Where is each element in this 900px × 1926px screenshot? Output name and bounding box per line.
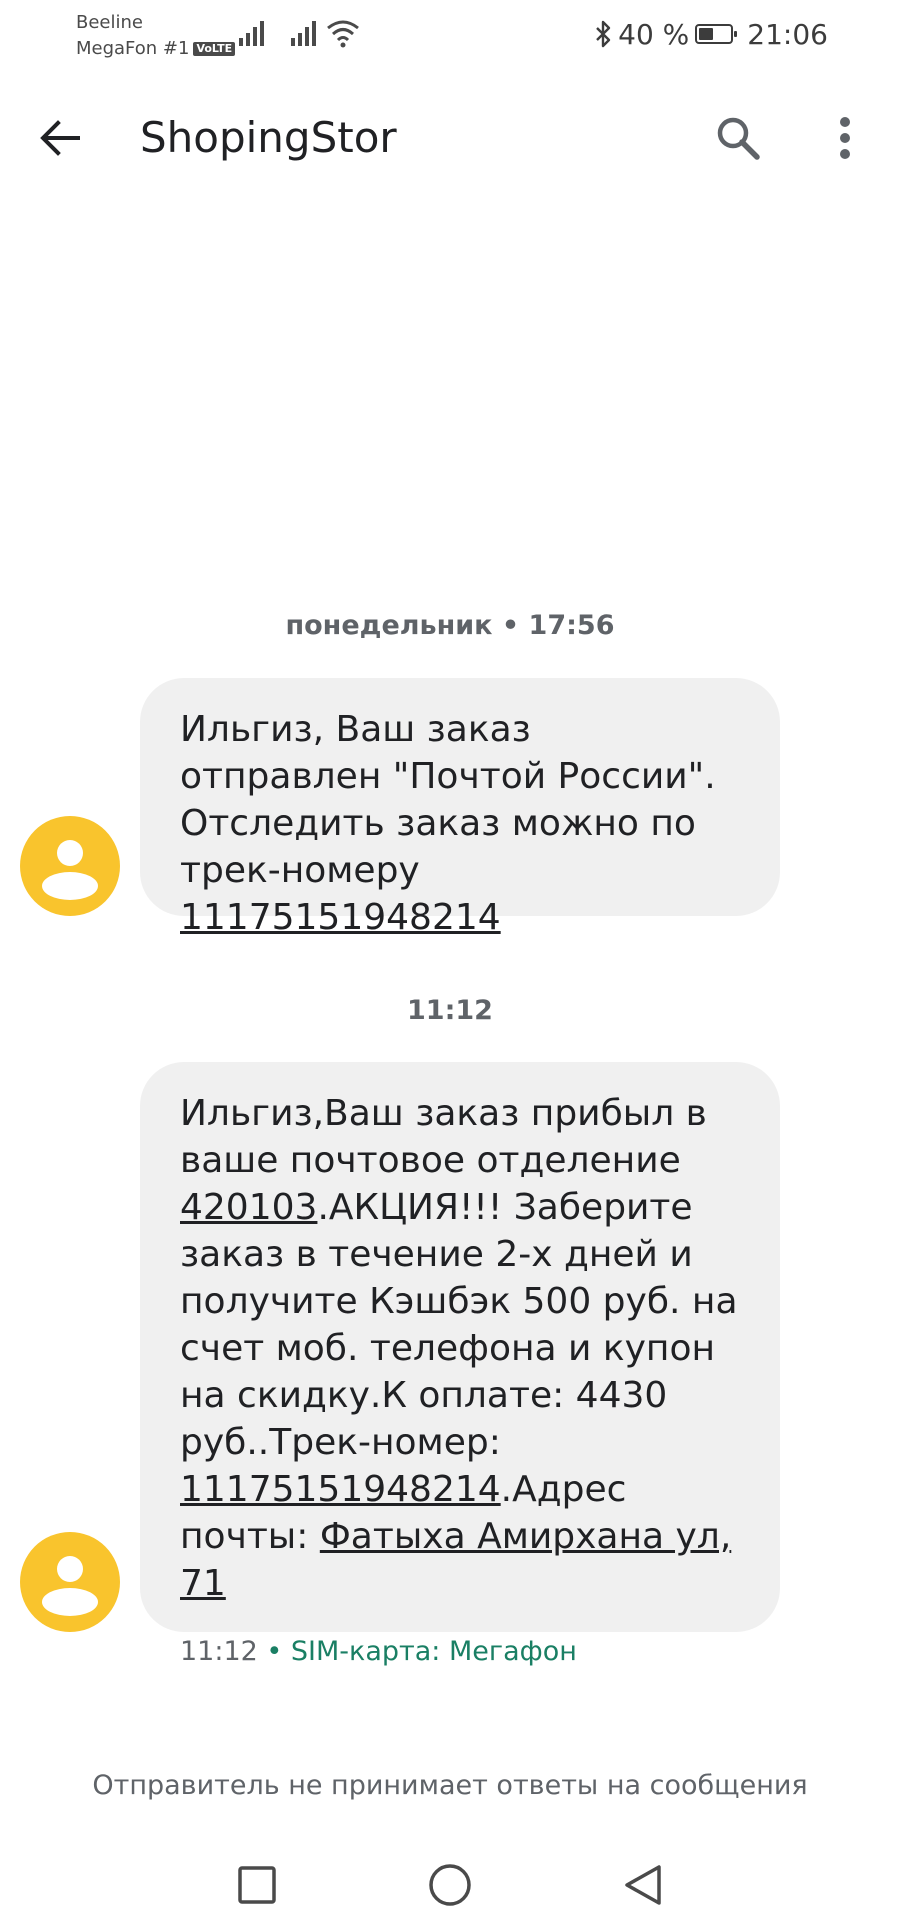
wifi-icon bbox=[327, 20, 359, 48]
status-right: 40 % 21:06 bbox=[594, 14, 828, 54]
carrier-info: Beeline MegaFon #1 VoLTE bbox=[76, 10, 236, 62]
app-bar: ShopingStor bbox=[0, 90, 900, 186]
back-button[interactable] bbox=[30, 108, 90, 168]
arrow-back-icon bbox=[40, 120, 80, 156]
circle-icon bbox=[429, 1864, 471, 1906]
message-body: Ильгиз, Ваш заказ отправлен "Почтой Росс… bbox=[180, 709, 716, 891]
person-icon bbox=[57, 840, 83, 866]
person-icon bbox=[57, 1556, 83, 1582]
carrier-2-label: MegaFon #1 bbox=[76, 38, 190, 59]
battery-icon bbox=[695, 24, 738, 44]
signal-strength-1-icon bbox=[239, 21, 264, 46]
battery-percent: 40 % bbox=[618, 17, 690, 51]
sim-label: • SIM-карта: Мегафон bbox=[257, 1636, 577, 1667]
track-number-link[interactable]: 11175151948214 bbox=[180, 897, 501, 938]
system-nav-bar bbox=[0, 1840, 900, 1926]
clock: 21:06 bbox=[747, 17, 828, 51]
message-text: Ильгиз, Ваш заказ отправлен "Почтой Росс… bbox=[180, 706, 740, 941]
bluetooth-icon bbox=[596, 20, 611, 48]
avatar bbox=[20, 1532, 120, 1632]
conversation-title: ShopingStor bbox=[140, 113, 397, 162]
nav-back-button[interactable] bbox=[608, 1850, 678, 1920]
message-timestamp: понедельник • 17:56 bbox=[285, 610, 615, 641]
search-button[interactable] bbox=[708, 108, 768, 168]
message-bubble[interactable]: Ильгиз,Ваш заказ прибыл в ваше почтовое … bbox=[140, 1062, 780, 1632]
home-button[interactable] bbox=[415, 1850, 485, 1920]
postcode-link[interactable]: 420103 bbox=[180, 1187, 317, 1228]
track-number-link[interactable]: 11175151948214 bbox=[180, 1469, 501, 1510]
more-vert-icon bbox=[840, 117, 850, 159]
message-body-part-2: .АКЦИЯ!!! Заберите заказ в течение 2-х д… bbox=[180, 1187, 738, 1463]
triangle-back-icon bbox=[625, 1865, 661, 1905]
message-text: Ильгиз,Ваш заказ прибыл в ваше почтовое … bbox=[180, 1090, 740, 1607]
message-bubble[interactable]: Ильгиз, Ваш заказ отправлен "Почтой Росс… bbox=[140, 678, 780, 938]
carrier-1-label: Beeline bbox=[76, 12, 143, 33]
recents-button[interactable] bbox=[222, 1850, 292, 1920]
message-timestamp: 11:12 bbox=[407, 995, 493, 1026]
message-time: 11:12 bbox=[180, 1636, 258, 1667]
no-reply-notice: Отправитель не принимает ответы на сообщ… bbox=[92, 1770, 808, 1801]
message-body-part-1: Ильгиз,Ваш заказ прибыл в ваше почтовое … bbox=[180, 1093, 707, 1181]
square-icon bbox=[238, 1866, 276, 1904]
message-meta: 11:12 • SIM-карта: Мегафон bbox=[180, 1636, 577, 1667]
signal-strength-2-icon bbox=[291, 21, 316, 46]
search-icon bbox=[717, 117, 760, 160]
status-bar: Beeline MegaFon #1 VoLTE 40 % 21:06 bbox=[0, 0, 900, 70]
volte-badge: VoLTE bbox=[193, 42, 236, 56]
more-options-button[interactable] bbox=[815, 108, 875, 168]
avatar bbox=[20, 816, 120, 916]
